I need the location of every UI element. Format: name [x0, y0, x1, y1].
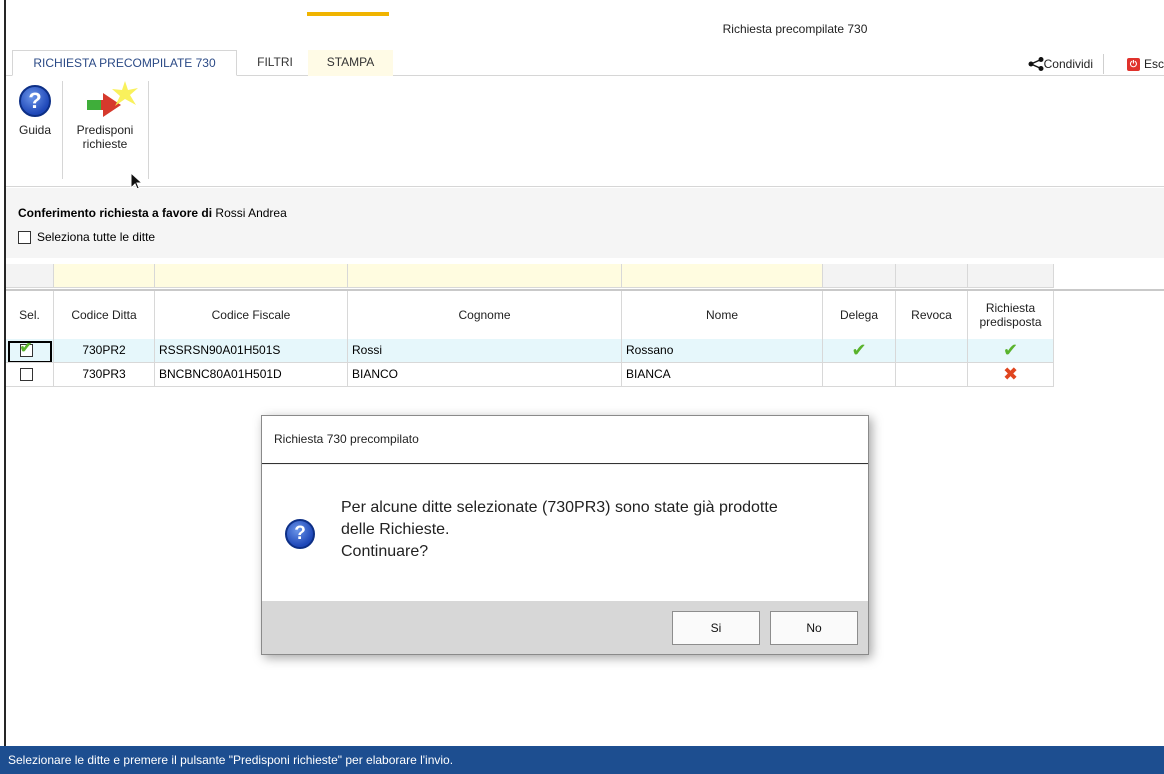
question-icon: ? — [285, 519, 315, 549]
dialog-message-line2: delle Richieste. — [341, 521, 450, 538]
dialog-body: ? Per alcune ditte selezionate (730PR3) … — [262, 465, 868, 601]
cell-cognome[interactable]: BIANCO — [348, 363, 622, 387]
table-row[interactable]: ✔ 730PR2 RSSRSN90A01H501S Rossi Rossano … — [6, 339, 1054, 363]
ribbon-body: ? Guida Predisponi richieste — [6, 77, 1164, 187]
sel-cell[interactable] — [6, 363, 54, 387]
cell-delega[interactable] — [823, 363, 896, 387]
dialog-message-line1: Per alcune ditte selezionate (730PR3) so… — [341, 499, 778, 516]
cell-codice-ditta[interactable]: 730PR2 — [54, 339, 155, 363]
filter-cell[interactable] — [823, 264, 896, 288]
guida-button[interactable]: ? Guida — [10, 83, 60, 137]
filter-cell[interactable] — [348, 264, 622, 288]
cell-codice-fiscale[interactable]: BNCBNC80A01H501D — [155, 363, 348, 387]
dialog-message: Per alcune ditte selezionate (730PR3) so… — [341, 497, 841, 563]
toolbar-separator — [1103, 54, 1104, 74]
filter-cell[interactable] — [622, 264, 823, 288]
col-header-delega[interactable]: Delega — [823, 291, 896, 339]
col-header-codice-fiscale[interactable]: Codice Fiscale — [155, 291, 348, 339]
predisponi-label-1: Predisponi — [76, 123, 134, 137]
guida-label: Guida — [18, 123, 52, 137]
conferimento-panel: Conferimento richiesta a favore di Rossi… — [6, 188, 1164, 258]
dialog-message-line3: Continuare? — [341, 543, 429, 560]
checkmark-icon: ✔ — [1002, 340, 1019, 360]
share-button[interactable]: Condividi — [1028, 54, 1104, 74]
conferimento-name: Rossi Andrea — [215, 206, 287, 220]
help-icon: ? — [19, 85, 51, 117]
filter-cell[interactable] — [54, 264, 155, 288]
cell-codice-ditta[interactable]: 730PR3 — [54, 363, 155, 387]
col-header-cognome[interactable]: Cognome — [348, 291, 622, 339]
tab-stampa[interactable]: STAMPA — [308, 50, 393, 76]
conferimento-label: Conferimento richiesta a favore di — [18, 206, 213, 220]
no-button[interactable]: No — [770, 611, 858, 645]
tab-filtri[interactable]: FILTRI — [244, 50, 306, 76]
ribbon-separator — [148, 81, 149, 179]
select-all-checkbox[interactable] — [18, 230, 31, 244]
ribbon-tabs: RICHIESTA PRECOMPILATE 730 FILTRI STAMPA… — [6, 44, 1164, 76]
cell-richiesta[interactable]: ✖ — [968, 363, 1054, 387]
col-header-revoca[interactable]: Revoca — [896, 291, 968, 339]
table-header: Sel. Codice Ditta Codice Fiscale Cognome… — [6, 291, 1054, 339]
cell-codice-fiscale[interactable]: RSSRSN90A01H501S — [155, 339, 348, 363]
dialog-title: Richiesta 730 precompilato — [262, 416, 868, 464]
row-checkbox[interactable] — [20, 368, 33, 381]
checkmark-icon: ✔ — [851, 340, 867, 360]
ribbon-separator — [62, 81, 63, 179]
cell-richiesta[interactable]: ✔ — [968, 339, 1054, 363]
filter-cell[interactable] — [968, 264, 1054, 288]
cell-nome[interactable]: Rossano — [622, 339, 823, 363]
conferimento-text: Conferimento richiesta a favore di Rossi… — [18, 206, 287, 220]
predisponi-label-2: richieste — [82, 137, 128, 151]
exit-label: Esc — [1143, 57, 1164, 71]
col-header-sel[interactable]: Sel. — [6, 291, 54, 339]
sel-cell[interactable]: ✔ — [6, 339, 54, 363]
cell-delega[interactable]: ✔ — [823, 339, 896, 363]
app-window: Richiesta precompilate 730 RICHIESTA PRE… — [0, 0, 1164, 774]
yes-button[interactable]: Si — [672, 611, 760, 645]
filter-cell[interactable] — [6, 264, 54, 288]
select-all-label: Seleziona tutte le ditte — [37, 230, 156, 244]
cell-revoca[interactable] — [896, 339, 968, 363]
status-bar: Selezionare le ditte e premere il pulsan… — [0, 746, 1164, 774]
power-icon: ⏻ — [1126, 57, 1140, 71]
col-header-codice-ditta[interactable]: Codice Ditta — [54, 291, 155, 339]
cross-icon: ✖ — [1002, 364, 1019, 384]
tab-richiesta-precompilate[interactable]: RICHIESTA PRECOMPILATE 730 — [12, 50, 237, 76]
click-highlight-icon — [112, 81, 138, 106]
cell-cognome[interactable]: Rossi — [348, 339, 622, 363]
exit-button[interactable]: ⏻ Esc — [1126, 54, 1164, 74]
filter-cell[interactable] — [155, 264, 348, 288]
focus-outline — [8, 341, 52, 362]
col-header-nome[interactable]: Nome — [622, 291, 823, 339]
share-label: Condividi — [1043, 57, 1093, 71]
cell-nome[interactable]: BIANCA — [622, 363, 823, 387]
cell-revoca[interactable] — [896, 363, 968, 387]
share-icon — [1028, 57, 1044, 71]
confirm-dialog: Richiesta 730 precompilato ? Per alcune … — [261, 415, 869, 655]
tab-accent-bar — [307, 12, 389, 16]
dialog-footer: Si No — [262, 601, 868, 654]
filter-row — [6, 264, 1054, 288]
filter-cell[interactable] — [896, 264, 968, 288]
select-all-row: Seleziona tutte le ditte — [18, 230, 155, 244]
table-row[interactable]: 730PR3 BNCBNC80A01H501D BIANCO BIANCA ✖ — [6, 363, 1054, 387]
title-bar: Richiesta precompilate 730 — [6, 0, 1164, 44]
window-title: Richiesta precompilate 730 — [722, 22, 868, 36]
col-header-richiesta-predisposta[interactable]: Richiesta predisposta — [968, 291, 1054, 339]
